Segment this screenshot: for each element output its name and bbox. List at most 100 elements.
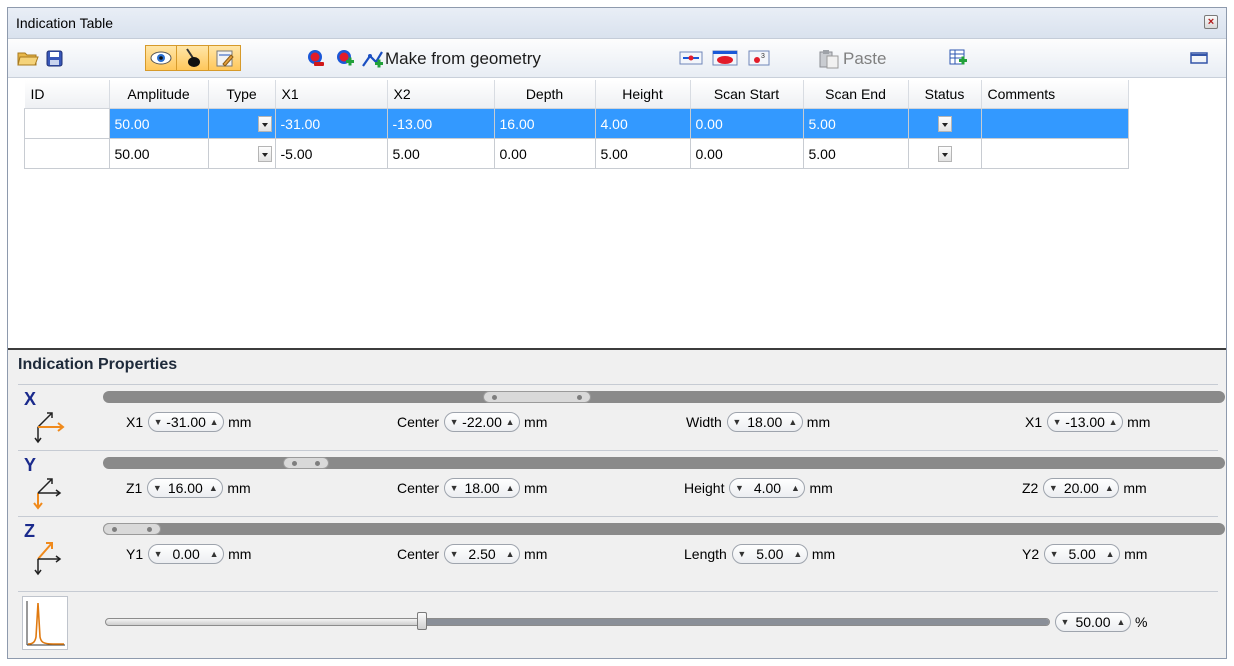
- cell-scan-end[interactable]: 5.00: [802, 108, 909, 139]
- x-range-track[interactable]: [103, 391, 1225, 403]
- indication-grid: ID Amplitude Type X1 X2 Depth Height Sca…: [8, 78, 1226, 348]
- cell-amplitude[interactable]: 50.00: [108, 138, 209, 169]
- column-header-comments[interactable]: Comments: [981, 80, 1129, 109]
- column-header-x2[interactable]: X2: [387, 80, 495, 109]
- cell-x1[interactable]: -5.00: [274, 138, 388, 169]
- x2-stepper[interactable]: ▼ -13.00 ▲: [1047, 412, 1124, 432]
- view-icon-2[interactable]: [711, 47, 739, 69]
- z1-label: Z1: [126, 480, 143, 496]
- cell-scan-end[interactable]: 5.00: [802, 138, 909, 169]
- x-axis-icon: X: [24, 389, 65, 444]
- maximize-icon[interactable]: [1188, 47, 1210, 69]
- x-center-field: Center ▼ -22.00 ▲ mm: [397, 411, 547, 433]
- x1-field: X1 ▼ -31.00 ▲ mm: [126, 411, 251, 433]
- y2-stepper[interactable]: ▼ 5.00 ▲: [1044, 544, 1121, 564]
- cell-scan-start[interactable]: 0.00: [689, 138, 804, 169]
- unit-label: mm: [227, 480, 251, 496]
- properties-title: Indication Properties: [18, 356, 178, 373]
- y-height-stepper[interactable]: ▼ 4.00 ▲: [729, 478, 806, 498]
- cell-depth[interactable]: 16.00: [493, 108, 596, 139]
- status-dropdown[interactable]: [937, 146, 952, 163]
- close-icon[interactable]: ×: [1204, 15, 1218, 29]
- edit-icon[interactable]: [209, 45, 241, 71]
- status-dropdown[interactable]: [937, 116, 952, 133]
- export-table-icon[interactable]: [946, 47, 970, 69]
- y-range-track[interactable]: [103, 457, 1225, 469]
- cell-scan-start[interactable]: 0.00: [689, 108, 804, 139]
- view-icon-3[interactable]: 3: [746, 47, 772, 69]
- probe-icon[interactable]: [177, 45, 209, 71]
- cell-height[interactable]: 4.00: [594, 108, 691, 139]
- y1-field: Y1 ▼ 0.00 ▲ mm: [126, 543, 251, 565]
- svg-text:X: X: [24, 389, 36, 409]
- make-from-geometry-button[interactable]: Make from geometry: [361, 47, 541, 71]
- panel-splitter[interactable]: [8, 348, 1226, 350]
- column-header-height[interactable]: Height: [595, 80, 691, 109]
- amplitude-stepper[interactable]: ▼ 50.00 ▲: [1055, 612, 1131, 632]
- amplitude-slider-fill: [422, 619, 1049, 625]
- paste-label: Paste: [843, 49, 887, 68]
- y1-label: Y1: [126, 546, 144, 562]
- column-header-scan-end[interactable]: Scan End: [803, 80, 909, 109]
- cell-type[interactable]: [207, 108, 276, 139]
- svg-text:3: 3: [761, 53, 765, 60]
- z-center-stepper[interactable]: ▼ 2.50 ▲: [444, 544, 521, 564]
- cell-x2[interactable]: -13.00: [386, 108, 495, 139]
- amplitude-slider-thumb[interactable]: [417, 612, 427, 630]
- y1-stepper[interactable]: ▼ 0.00 ▲: [148, 544, 225, 564]
- unit-label: mm: [524, 546, 548, 562]
- z2-field: Z2 ▼ 20.00 ▲ mm: [1022, 477, 1147, 499]
- z1-stepper[interactable]: ▼ 16.00 ▲: [147, 478, 224, 498]
- x-center-stepper[interactable]: ▼ -22.00 ▲: [444, 412, 521, 432]
- view-icon-1[interactable]: [678, 47, 704, 69]
- z-length-stepper[interactable]: ▼ 5.00 ▲: [731, 544, 808, 564]
- column-header-scan-start[interactable]: Scan Start: [690, 80, 804, 109]
- cell-height[interactable]: 5.00: [594, 138, 691, 169]
- type-dropdown[interactable]: [257, 146, 272, 163]
- cell-depth[interactable]: 0.00: [493, 138, 596, 169]
- cell-x2[interactable]: 5.00: [386, 138, 495, 169]
- eye-icon[interactable]: [145, 45, 177, 71]
- cell-status[interactable]: [907, 108, 982, 139]
- paste-button[interactable]: Paste: [818, 47, 886, 71]
- svg-text:Z: Z: [24, 521, 35, 541]
- x1-stepper[interactable]: ▼ -31.00 ▲: [148, 412, 225, 432]
- indication-table-panel: Indication Table × Make from geometry 3 …: [7, 7, 1227, 659]
- cell-status[interactable]: [907, 138, 982, 169]
- table-row[interactable]: 50.00 -5.00 5.00 0.00 5.00 0.00 5.00: [24, 138, 1129, 169]
- column-header-depth[interactable]: Depth: [494, 80, 596, 109]
- cell-comments[interactable]: [980, 138, 1129, 169]
- column-header-id[interactable]: ID: [24, 80, 110, 109]
- x-width-label: Width: [686, 414, 722, 430]
- type-dropdown[interactable]: [257, 116, 272, 133]
- z2-stepper[interactable]: ▼ 20.00 ▲: [1043, 478, 1120, 498]
- paste-icon: [819, 50, 839, 69]
- y-height-field: Height ▼ 4.00 ▲ mm: [684, 477, 833, 499]
- x-range-thumb[interactable]: [483, 391, 591, 403]
- cell-x1[interactable]: -31.00: [274, 108, 388, 139]
- cell-id[interactable]: [24, 138, 110, 169]
- cell-amplitude[interactable]: 50.00: [108, 108, 209, 139]
- remove-indication-icon[interactable]: [304, 47, 328, 69]
- y-range-thumb[interactable]: [283, 457, 329, 469]
- amplitude-slider[interactable]: [105, 612, 1050, 630]
- x-width-stepper[interactable]: ▼ 18.00 ▲: [726, 412, 803, 432]
- column-header-x1[interactable]: X1: [275, 80, 388, 109]
- y-center-stepper[interactable]: ▼ 18.00 ▲: [444, 478, 521, 498]
- cell-id[interactable]: [24, 108, 110, 139]
- column-header-amplitude[interactable]: Amplitude: [109, 80, 209, 109]
- z1-field: Z1 ▼ 16.00 ▲ mm: [126, 477, 251, 499]
- unit-label: mm: [228, 546, 252, 562]
- save-icon[interactable]: [44, 47, 64, 69]
- z-range-thumb[interactable]: [103, 523, 161, 535]
- table-row[interactable]: 50.00 -31.00 -13.00 16.00 4.00 0.00 5.00: [24, 108, 1129, 139]
- z-range-track[interactable]: [103, 523, 1225, 535]
- unit-label: mm: [1124, 546, 1148, 562]
- x2-field: X1 ▼ -13.00 ▲ mm: [1025, 411, 1150, 433]
- column-header-type[interactable]: Type: [208, 80, 276, 109]
- cell-type[interactable]: [207, 138, 276, 169]
- cell-comments[interactable]: [980, 108, 1129, 139]
- column-header-status[interactable]: Status: [908, 80, 982, 109]
- open-folder-icon[interactable]: [16, 47, 40, 69]
- add-indication-icon[interactable]: [333, 47, 357, 69]
